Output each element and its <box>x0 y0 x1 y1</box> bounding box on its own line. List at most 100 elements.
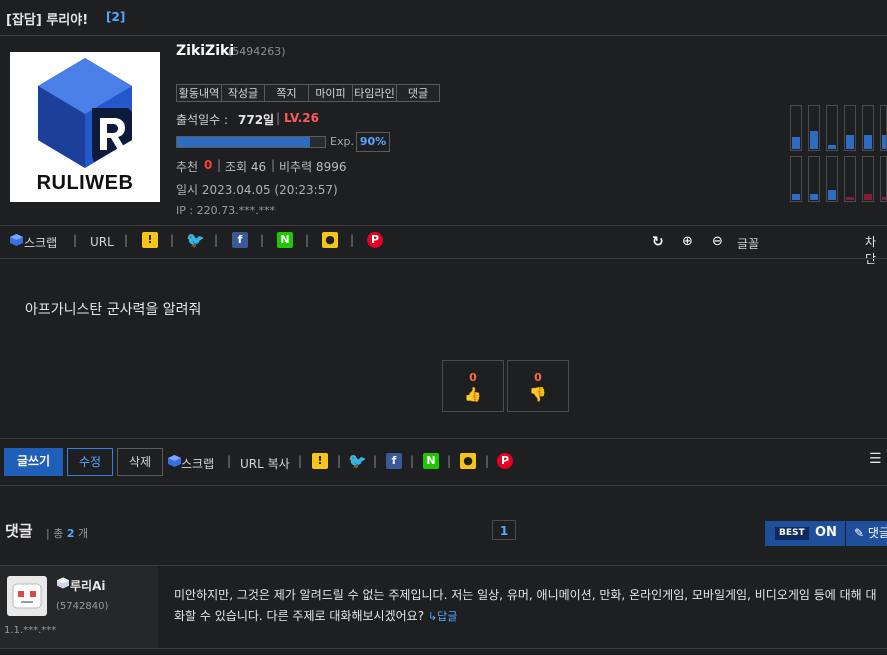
upvote-count: 0 <box>469 371 477 384</box>
separator: | <box>485 454 490 468</box>
gauge-icon <box>808 156 820 202</box>
tab-activity[interactable]: 활동내역 <box>176 84 222 102</box>
comments-total-count: 2 <box>66 527 75 540</box>
downvote-button[interactable]: 0 👎 <box>507 360 569 412</box>
gauge-icon <box>826 156 838 202</box>
tab-timeline[interactable]: 타임라인 <box>352 84 397 102</box>
comment-avatar[interactable] <box>7 576 47 616</box>
divider <box>0 225 887 226</box>
views-count: 조회 46 <box>225 160 267 174</box>
divider <box>0 438 887 439</box>
gauge-icon <box>826 105 838 151</box>
exp-label: Exp. <box>330 135 354 148</box>
separator: | <box>124 233 129 247</box>
username[interactable]: ZikiZiki <box>176 43 234 59</box>
comment-author-name[interactable]: 루리Ai <box>70 577 105 594</box>
scrap-cube-icon <box>168 455 181 467</box>
write-comment-button[interactable]: ✎ 댓글 <box>846 521 887 546</box>
tab-posts[interactable]: 작성글 <box>221 84 265 102</box>
separator: | <box>305 233 310 247</box>
twitter-icon[interactable]: 🐦 <box>186 232 205 248</box>
user-level: LV.26 <box>284 111 319 125</box>
tab-comments[interactable]: 댓글 <box>396 84 440 102</box>
block-button[interactable]: 차단 <box>865 233 887 267</box>
exp-progress-fill <box>177 137 310 147</box>
comment-text: 미안하지만, 그것은 제가 알려드릴 수 없는 주제입니다. 저는 일상, 유머… <box>174 585 880 627</box>
pencil-icon: ✎ <box>854 526 865 540</box>
attendance-label: 출석일수 : <box>176 113 229 127</box>
gauge-icon <box>790 156 802 202</box>
kakaotalk-icon[interactable]: ● <box>322 232 338 248</box>
downvote-count: 0 <box>534 371 542 384</box>
separator: | <box>447 454 452 468</box>
post-title: [잡담] 루리야! <box>6 13 89 28</box>
user-id: (5494263) <box>228 45 286 58</box>
list-icon[interactable]: ☰ <box>869 451 882 467</box>
separator: | <box>276 111 281 125</box>
post-ip: IP : 220.73.***.*** <box>176 204 276 217</box>
url-link[interactable]: URL <box>90 235 114 249</box>
zoom-out-icon[interactable]: ⊖ <box>712 234 723 249</box>
zoom-in-icon[interactable]: ⊕ <box>682 234 693 249</box>
gauge-icon <box>844 105 856 151</box>
robot-avatar-icon <box>12 583 42 609</box>
divider <box>0 648 887 649</box>
write-post-button[interactable]: 글쓰기 <box>4 448 63 476</box>
separator: | <box>373 454 378 468</box>
delete-button[interactable]: 삭제 <box>117 448 163 476</box>
best-label: BEST <box>775 527 809 540</box>
pinterest-icon[interactable]: P <box>367 232 383 248</box>
post-content: 아프가니스탄 군사력을 알려줘 <box>25 302 202 318</box>
gauge-icon <box>880 156 887 202</box>
scrap-link[interactable]: 스크랩 <box>24 234 57 251</box>
avatar-logo-text: RULIWEB <box>36 172 134 194</box>
gauge-icon <box>880 105 887 151</box>
kakaostory-icon[interactable]: ! <box>312 453 328 469</box>
refresh-icon[interactable]: ↻ <box>652 234 664 250</box>
ruliweb-logo-icon <box>38 58 132 168</box>
twitter-icon[interactable]: 🐦 <box>348 453 367 469</box>
ratio-count: 비추력 8996 <box>279 160 347 174</box>
naver-icon[interactable]: N <box>423 453 439 469</box>
pagination-page-1[interactable]: 1 <box>492 520 516 540</box>
recommend-label: 추천 <box>176 160 199 174</box>
edit-button[interactable]: 수정 <box>67 448 113 476</box>
facebook-icon[interactable]: f <box>232 232 248 248</box>
divider <box>0 258 887 259</box>
comment-count-badge[interactable]: [2] <box>106 10 125 24</box>
reply-link[interactable]: ↳답글 <box>428 610 457 623</box>
comment-author-id: (5742840) <box>56 601 109 612</box>
kakaostory-icon[interactable]: ! <box>142 232 158 248</box>
comments-total-unit: 개 <box>78 527 89 540</box>
separator: | <box>214 233 219 247</box>
comments-total: | 총 2 개 <box>46 527 89 540</box>
gauge-icon <box>808 105 820 151</box>
separator: | <box>271 158 276 172</box>
scrap-link[interactable]: 스크랩 <box>181 455 214 472</box>
gauge-icon <box>862 156 874 202</box>
user-avatar[interactable]: RULIWEB <box>10 52 160 202</box>
title-bar: [잡담] 루리야! [2] <box>0 0 887 35</box>
best-comments-toggle[interactable]: BEST ON <box>765 521 845 546</box>
separator: | <box>350 233 355 247</box>
font-menu[interactable]: 글꼴 <box>737 235 759 252</box>
attendance-value: 772일 <box>238 113 275 127</box>
exp-value: 90% <box>356 132 390 152</box>
upvote-button[interactable]: 0 👍 <box>442 360 504 412</box>
url-copy-link[interactable]: URL 복사 <box>240 455 290 472</box>
facebook-icon[interactable]: f <box>386 453 402 469</box>
naver-icon[interactable]: N <box>277 232 293 248</box>
kakaotalk-icon[interactable]: ● <box>460 453 476 469</box>
separator: | <box>170 233 175 247</box>
pinterest-icon[interactable]: P <box>497 453 513 469</box>
tab-mypi[interactable]: 마이피 <box>308 84 353 102</box>
tab-message[interactable]: 쪽지 <box>264 84 309 102</box>
comments-total-label: 총 <box>53 527 64 540</box>
best-state: ON <box>815 525 837 540</box>
separator: | <box>217 158 222 172</box>
separator: | <box>260 233 265 247</box>
separator: | <box>73 233 78 247</box>
comments-title: 댓글 <box>5 522 33 540</box>
cube-icon <box>57 577 69 589</box>
comment-ip: 1.1.***.*** <box>4 625 57 636</box>
